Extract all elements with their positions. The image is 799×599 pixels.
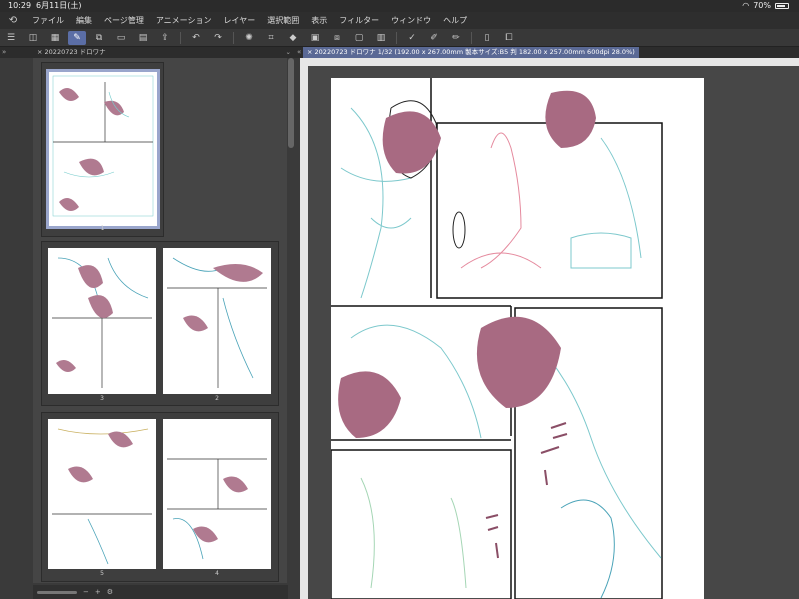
battery-text: 70%	[753, 1, 771, 10]
zoom-out-icon[interactable]: −	[83, 588, 89, 596]
horizontal-ruler	[300, 58, 799, 66]
status-right: ◠ 70%	[742, 0, 789, 12]
toolbar-divider	[180, 31, 181, 44]
thumbnail-sketch	[52, 75, 154, 217]
duplicate-icon[interactable]: ⧈	[328, 31, 346, 45]
thumbnail-sketch	[52, 428, 152, 565]
menu-page[interactable]: ページ管理	[98, 15, 150, 26]
canvas-area[interactable]	[300, 58, 799, 599]
close-icon[interactable]: ×	[37, 48, 42, 56]
page-thumbnail-5[interactable]	[48, 419, 156, 569]
view-icon[interactable]: ◫	[24, 31, 42, 45]
undo-icon[interactable]: ↶	[187, 31, 205, 45]
folder-icon[interactable]: ▭	[112, 31, 130, 45]
menu-window[interactable]: ウィンドウ	[385, 15, 437, 26]
page-number: 1	[100, 225, 105, 232]
page-spread-3[interactable]: 5 4	[41, 412, 279, 582]
close-icon[interactable]: ×	[307, 48, 312, 56]
crop-icon[interactable]: ⌗	[262, 31, 280, 45]
tab-canvas[interactable]: × 20220723 ドロワナ 1/32 (192.00 x 267.00mm …	[303, 47, 639, 58]
status-bar: 10:29 6月11日(土) ◠ 70%	[0, 0, 799, 12]
page-number: 3	[100, 395, 104, 402]
canvas-tab-strip: « × 20220723 ドロワナ 1/32 (192.00 x 267.00m…	[295, 47, 799, 58]
checkmark-pen-icon[interactable]: ✓	[403, 31, 421, 45]
fill-icon[interactable]: ◆	[284, 31, 302, 45]
save-icon[interactable]: ▤	[134, 31, 152, 45]
page-panel-scrollbar[interactable]	[287, 58, 295, 583]
command-bar: ☰ ◫ ▦ ✎ ⧉ ▭ ▤ ⇪ ↶ ↷ ✺ ⌗ ◆ ▣ ⧈ ▢ ▥ ✓ ✐ ✏ …	[0, 29, 799, 47]
page-number: 5	[100, 570, 104, 577]
app-logo-icon[interactable]: ⟲	[0, 15, 26, 26]
menu-animation[interactable]: アニメーション	[150, 15, 218, 26]
thumbnail-sketch	[167, 458, 267, 560]
menu-layer[interactable]: レイヤー	[218, 15, 262, 26]
copy-icon[interactable]: ⧉	[90, 31, 108, 45]
page-thumbnail-4[interactable]	[163, 419, 271, 569]
menu-help[interactable]: ヘルプ	[437, 15, 473, 26]
zoom-in-icon[interactable]: +	[95, 588, 101, 596]
battery-icon	[775, 3, 789, 9]
page-manager-panel: 1 3 2 5 4	[33, 58, 288, 583]
menu-selection[interactable]: 選択範囲	[261, 15, 305, 26]
collapse-left-icon[interactable]: «	[297, 47, 301, 58]
brush-icon[interactable]: ✎	[68, 30, 86, 45]
left-dock-strip	[0, 58, 33, 599]
page-number: 2	[215, 395, 219, 402]
pages-icon[interactable]: ⧠	[500, 31, 518, 45]
collapse-panel-icon[interactable]: »	[2, 47, 6, 58]
pen-icon[interactable]: ✐	[425, 31, 443, 45]
toolbar-divider	[396, 31, 397, 44]
thumbnail-sketch	[52, 257, 152, 388]
device-icon[interactable]: ▯	[478, 31, 496, 45]
vertical-ruler	[300, 66, 308, 599]
date: 6月11日(土)	[36, 1, 82, 10]
menu-filter[interactable]: フィルター	[333, 15, 385, 26]
page-thumbnail-1[interactable]	[46, 69, 160, 229]
story-icon[interactable]: ▦	[46, 31, 64, 45]
page-panel-footer: − + ⚙	[33, 585, 288, 599]
redo-icon[interactable]: ↷	[209, 31, 227, 45]
menu-bar: ⟲ ファイル 編集 ページ管理 アニメーション レイヤー 選択範囲 表示 フィル…	[0, 12, 799, 29]
page-spread-1[interactable]: 1	[41, 62, 164, 237]
chevron-down-icon[interactable]: ⌄	[286, 47, 291, 58]
export-icon[interactable]: ⇪	[156, 31, 174, 45]
page-thumbnail-2[interactable]	[163, 248, 271, 394]
manga-page[interactable]	[330, 78, 704, 599]
pen-alt-icon[interactable]: ✏	[447, 31, 465, 45]
menu-file[interactable]: ファイル	[26, 15, 70, 26]
settings-icon[interactable]: ⚙	[107, 588, 113, 596]
tab-page-manager[interactable]: × 20220723 ドロワナ	[33, 47, 110, 58]
wifi-icon: ◠	[742, 1, 750, 10]
toolbar-divider	[233, 31, 234, 44]
page-number: 4	[215, 570, 219, 577]
tab-canvas-label: 20220723 ドロワナ 1/32 (192.00 x 267.00mm 製本…	[314, 48, 635, 56]
page-spread-2[interactable]: 3 2	[41, 241, 279, 406]
page-panel-tab-strip: » × 20220723 ドロワナ ⌄	[0, 47, 295, 58]
thumbnail-sketch	[167, 257, 267, 388]
clear-icon[interactable]: ▢	[350, 31, 368, 45]
clock: 10:29	[8, 1, 32, 10]
menu-icon[interactable]: ☰	[2, 31, 20, 45]
page-thumbnail-3[interactable]	[48, 248, 156, 394]
menu-edit[interactable]: 編集	[70, 15, 98, 26]
menu-view[interactable]: 表示	[305, 15, 333, 26]
thumbnail-size-slider[interactable]	[37, 590, 77, 594]
toolbar-divider	[471, 31, 472, 44]
page-artwork	[330, 78, 663, 599]
scrollbar-thumb[interactable]	[288, 58, 294, 148]
ruler-icon[interactable]: ▥	[372, 31, 390, 45]
layer-icon[interactable]: ▣	[306, 31, 324, 45]
transform-icon[interactable]: ✺	[240, 31, 258, 45]
tab-page-manager-label: 20220723 ドロワナ	[44, 48, 106, 56]
